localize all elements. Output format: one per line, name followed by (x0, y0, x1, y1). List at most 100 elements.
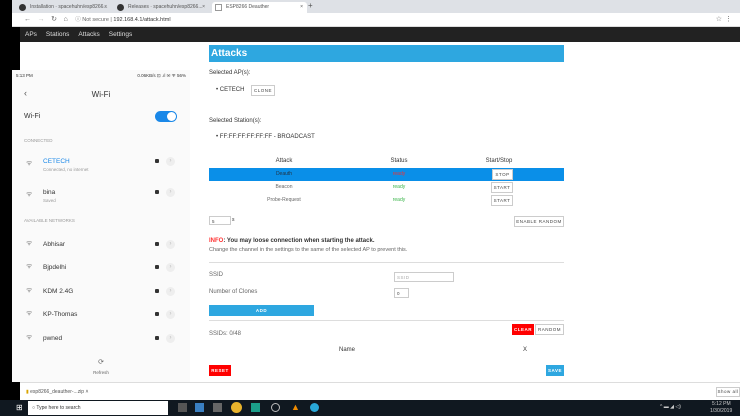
wifi-signal-icon: ᯤ (26, 310, 33, 317)
bookmark-star-icon[interactable]: ☆ (716, 13, 722, 27)
task-view-icon[interactable] (178, 403, 187, 412)
network-cetech[interactable]: ᯤ CETECH Connected, no internet › (12, 153, 190, 175)
nav-stations[interactable]: Stations (46, 31, 70, 38)
selected-aps-label: Selected AP(s): (209, 70, 251, 76)
network-item[interactable]: ᯤ KDM 2.4G › (12, 280, 190, 302)
reset-button[interactable]: RESET (209, 365, 231, 376)
page-icon (215, 4, 222, 11)
nav-attacks[interactable]: Attacks (78, 31, 99, 38)
tab-label: Installation · spacehuhn/esp8266... (30, 4, 108, 10)
close-tab-icon[interactable]: × (104, 2, 107, 13)
lock-icon (155, 289, 159, 293)
info-prefix: INFO (209, 238, 224, 244)
download-item[interactable]: esp8266_deauther-...zip (30, 389, 84, 395)
vlc-icon[interactable]: ▲ (291, 402, 300, 412)
header-name: Name (339, 347, 356, 353)
network-name: KP-Thomas (43, 311, 78, 318)
network-name: Abhisar (43, 241, 66, 248)
network-name: bina (43, 189, 56, 196)
enable-random-button[interactable]: ENABLE RANDOM (514, 216, 564, 227)
taskbar: ⊞ ○ Type here to search ▲ ^ ▬ ◢ ◁) 5:12 … (0, 400, 740, 416)
clock-date: 1/30/2019 (710, 408, 733, 414)
phone-status-icons: 0.06KB/s ⊡ .ıl ✉ ᯤ 56% (137, 73, 186, 78)
refresh-icon[interactable]: ⟳ (12, 358, 190, 366)
network-item[interactable]: ᯤ KP-Thomas › (12, 303, 190, 325)
nav-settings[interactable]: Settings (109, 31, 133, 38)
attack-name: Deauth (275, 171, 293, 177)
clear-button[interactable]: CLEAR (512, 324, 534, 335)
wifi-signal-icon: ᯤ (26, 191, 33, 198)
chevron-right-icon[interactable]: › (166, 188, 175, 197)
info-icon[interactable]: ⓘ (75, 17, 81, 23)
back-icon[interactable]: ← (24, 16, 31, 23)
info-text: Change the channel in the settings to th… (209, 247, 408, 253)
chevron-right-icon[interactable]: › (166, 240, 175, 249)
menu-icon[interactable]: ⋮ (725, 13, 732, 27)
connected-section-label: CONNECTED (24, 138, 53, 143)
forward-icon[interactable]: → (38, 16, 45, 23)
ssid-input[interactable]: SSID (394, 272, 454, 282)
random-button[interactable]: RANDOM (535, 324, 564, 335)
add-button[interactable]: ADD (209, 305, 314, 316)
app-icon[interactable] (213, 403, 222, 412)
interval-input[interactable]: 5 (209, 216, 231, 225)
new-tab-button[interactable]: + (308, 1, 313, 10)
lock-icon (155, 159, 159, 163)
available-section-label: AVAILABLE NETWORKS (24, 218, 75, 223)
github-icon (19, 4, 26, 11)
attack-table-header: Attack Status Start/Stop (209, 155, 564, 168)
nav-aps[interactable]: APs (25, 31, 37, 38)
app-icon[interactable] (271, 403, 280, 412)
home-icon[interactable]: ⌂ (63, 16, 67, 23)
start-beacon-button[interactable]: START (491, 182, 513, 193)
close-tab-icon[interactable]: × (202, 2, 205, 13)
reload-icon[interactable]: ↻ (51, 16, 57, 23)
network-item[interactable]: ᯤ Abhisar › (12, 233, 190, 255)
windows-start-icon[interactable]: ⊞ (16, 403, 23, 412)
show-all-button[interactable]: Show all (716, 387, 740, 397)
tab-installation[interactable]: Installation · spacehuhn/esp8266... × (16, 2, 111, 13)
network-item[interactable]: ᯤ pwned › (12, 327, 190, 349)
header-status: Status (390, 158, 408, 164)
header-start-stop: Start/Stop (485, 158, 513, 164)
network-item[interactable]: ᯤ Bjpdelhi › (12, 256, 190, 278)
tab-label: ESP8266 Deauther (226, 4, 270, 10)
arduino-icon[interactable] (251, 403, 260, 412)
security-label[interactable]: Not secure (82, 17, 109, 23)
file-explorer-icon[interactable] (195, 403, 204, 412)
selected-stations-label: Selected Station(s): (209, 118, 262, 124)
chevron-right-icon[interactable]: › (166, 334, 175, 343)
github-icon (117, 4, 124, 11)
chevron-right-icon[interactable]: › (166, 310, 175, 319)
start-probe-button[interactable]: START (491, 195, 513, 206)
attack-status: ready (392, 197, 406, 203)
chevron-right-icon[interactable]: › (166, 287, 175, 296)
network-name: KDM 2.4G (43, 288, 74, 295)
stop-deauth-button[interactable]: STOP (492, 169, 513, 180)
clone-button[interactable]: CLONE (251, 85, 275, 96)
network-bina[interactable]: ᯤ bina Saved › (12, 184, 190, 206)
chevron-right-icon[interactable]: › (166, 157, 175, 166)
info-warning: : You may loose connection when starting… (223, 238, 375, 244)
app-icon[interactable] (310, 403, 319, 412)
url-input[interactable]: 192.168.4.1/attack.html (113, 17, 170, 23)
save-button[interactable]: SAVE (546, 365, 564, 376)
lock-icon (155, 312, 159, 316)
lock-icon (155, 336, 159, 340)
attack-status: ready (392, 184, 406, 190)
taskbar-search[interactable]: ○ Type here to search (28, 401, 168, 415)
tab-esp8266-deauther[interactable]: ESP8266 Deauther × (212, 2, 307, 13)
chevron-up-icon[interactable]: ˄ (85, 389, 88, 395)
tab-releases[interactable]: Releases · spacehuhn/esp8266... × (114, 2, 209, 13)
system-tray-icons[interactable]: ^ ▬ ◢ ◁) (660, 404, 681, 410)
clones-input[interactable]: 0 (394, 288, 409, 298)
wifi-signal-icon: ᯤ (26, 160, 33, 167)
ssid-label: SSID (209, 272, 224, 278)
interval-unit: s (232, 217, 235, 223)
chrome-icon[interactable] (231, 402, 242, 413)
wifi-toggle[interactable] (155, 111, 177, 122)
chevron-right-icon[interactable]: › (166, 263, 175, 272)
close-tab-icon[interactable]: × (300, 2, 303, 13)
refresh-button[interactable]: Refresh (12, 370, 190, 375)
page-title: Attacks (209, 45, 564, 62)
